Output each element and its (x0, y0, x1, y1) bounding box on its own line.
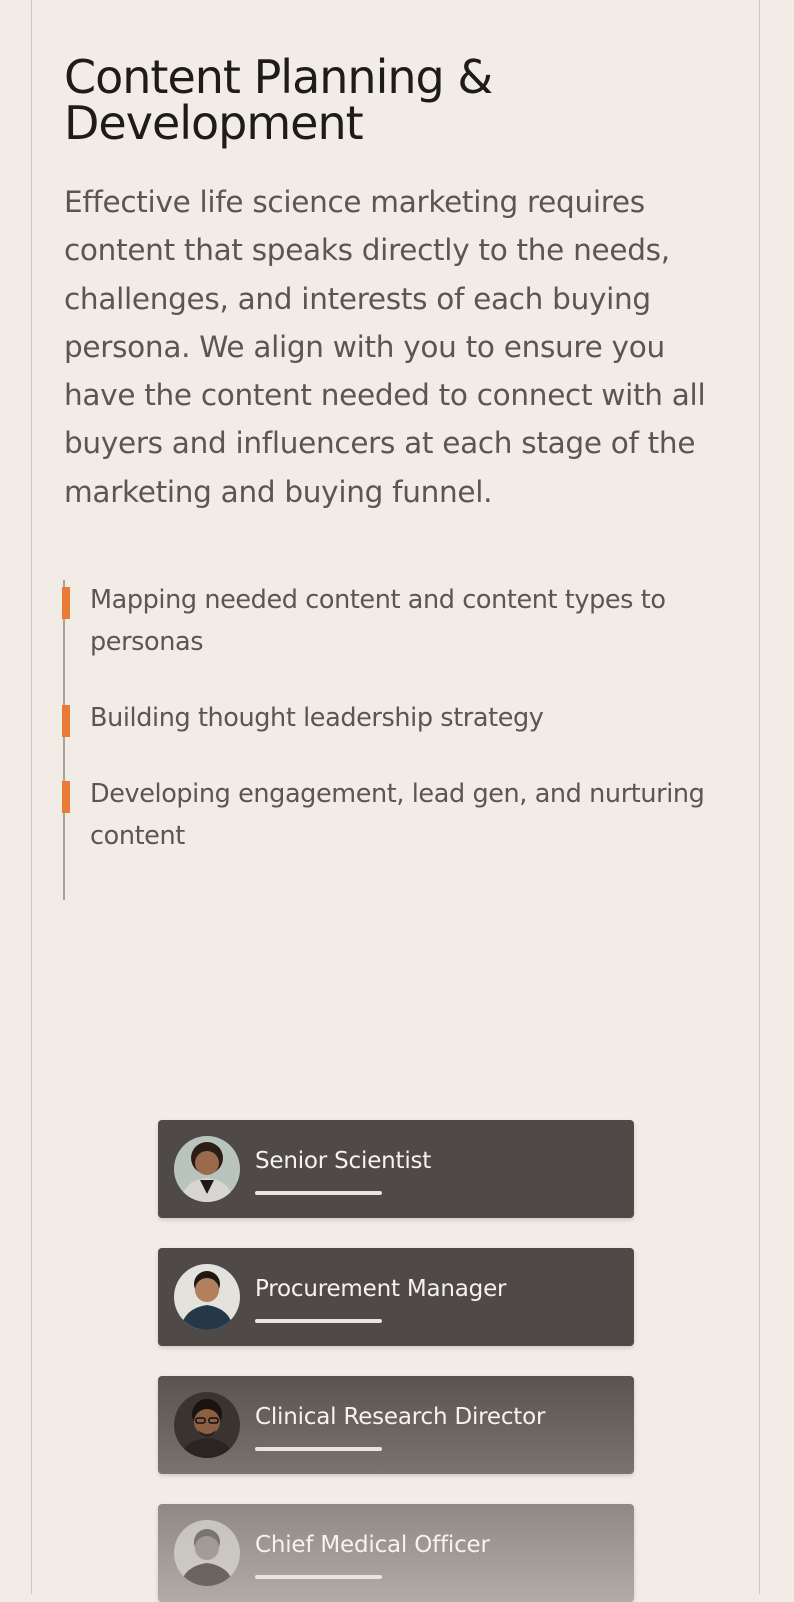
man-portrait-icon (174, 1264, 240, 1330)
persona-card-chief-medical-officer[interactable]: Chief Medical Officer (158, 1504, 634, 1602)
persona-bar (255, 1191, 382, 1195)
persona-bar (255, 1319, 382, 1323)
section-title: Content Planning & Development (64, 50, 493, 150)
persona-name: Procurement Manager (255, 1276, 507, 1302)
list-marker (62, 781, 70, 813)
persona-card-clinical-research-director[interactable]: Clinical Research Director (158, 1376, 634, 1474)
man-portrait-icon (174, 1520, 240, 1586)
list-item-text: Building thought leadership strategy (90, 703, 544, 733)
list-item: Mapping needed content and content types… (62, 580, 750, 663)
list-item-text: Mapping needed content and content types… (90, 585, 666, 657)
list-item: Developing engagement, lead gen, and nur… (62, 774, 750, 857)
list-item: Building thought leadership strategy (62, 698, 750, 740)
man-glasses-portrait-icon (174, 1392, 240, 1458)
list-marker (62, 705, 70, 737)
list-item-text: Developing engagement, lead gen, and nur… (90, 779, 705, 851)
persona-bar (255, 1575, 382, 1579)
section-description: Effective life science marketing require… (64, 185, 706, 509)
persona-name: Chief Medical Officer (255, 1532, 490, 1558)
persona-card-procurement-manager[interactable]: Procurement Manager (158, 1248, 634, 1346)
persona-name: Clinical Research Director (255, 1404, 546, 1430)
persona-bar (255, 1447, 382, 1451)
woman-portrait-icon (174, 1136, 240, 1202)
persona-card-senior-scientist[interactable]: Senior Scientist (158, 1120, 634, 1218)
feature-list: Mapping needed content and content types… (62, 580, 745, 900)
list-marker (62, 587, 70, 619)
persona-name: Senior Scientist (255, 1148, 432, 1174)
